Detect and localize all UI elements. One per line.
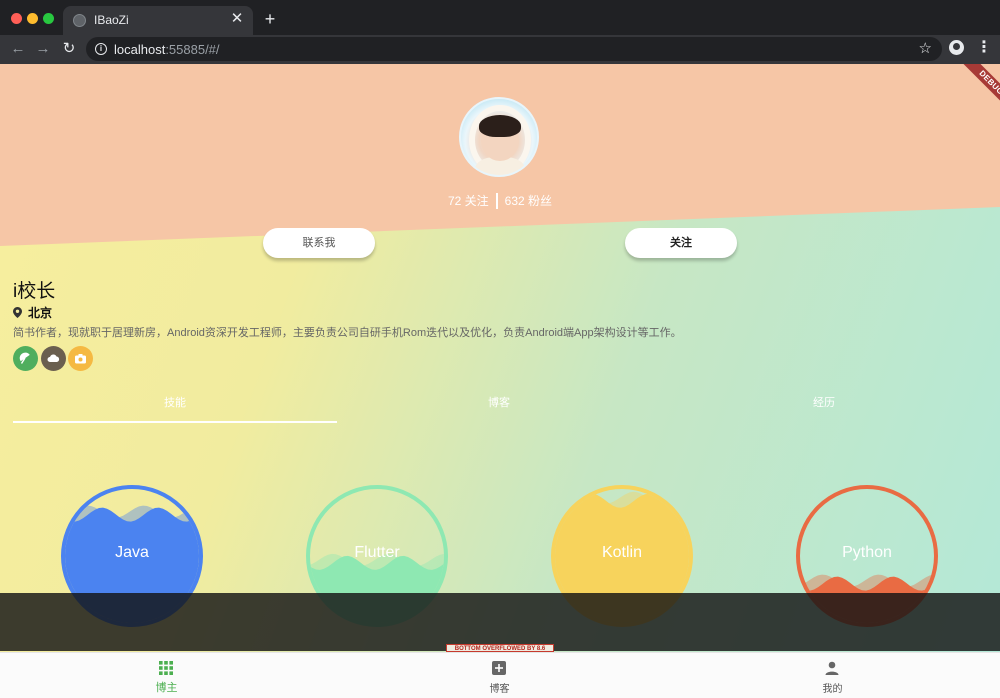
- debug-banner-label: DEBUG: [954, 64, 1000, 120]
- avatar[interactable]: [459, 97, 539, 177]
- app-viewport: DEBUG 72 关注 632 粉丝 联系我 关注 i校长 北京 简书作者，现就职…: [0, 64, 1000, 698]
- bottom-navigation: 博主 博客 我的: [0, 652, 1000, 698]
- back-icon[interactable]: ←: [7, 38, 29, 60]
- bottom-nav-home-label: 博主: [155, 682, 178, 694]
- overflow-warning: BOTTOM OVERFLOWED BY 8.6 PIXELS: [446, 644, 554, 660]
- skill-label-python: Python: [842, 544, 892, 561]
- tab-skills[interactable]: 技能: [13, 389, 337, 423]
- url-path: :55885/#/: [165, 42, 220, 57]
- profile-bio: 简书作者，现就职于居理新房，Android资深开发工程师，主要负责公司自研手机R…: [13, 327, 682, 339]
- tab-experience[interactable]: 经历: [662, 389, 986, 423]
- bottom-nav-blog-label: 博客: [489, 684, 510, 695]
- following-count[interactable]: 72 关注: [448, 192, 489, 209]
- skill-label-flutter: Flutter: [354, 544, 400, 561]
- menu-icon[interactable]: ⋮: [976, 38, 992, 58]
- umbrella-icon[interactable]: [13, 346, 38, 371]
- profile-name: i校长: [13, 281, 56, 302]
- follow-button[interactable]: 关注: [625, 228, 737, 258]
- address-bar[interactable]: i localhost:55885/#/ ☆: [86, 37, 942, 61]
- camera-icon[interactable]: [68, 346, 93, 371]
- new-tab-button[interactable]: +: [260, 9, 280, 29]
- tab-blog[interactable]: 博客: [337, 389, 661, 423]
- close-icon[interactable]: ✕: [229, 11, 245, 27]
- person-icon: [825, 661, 839, 675]
- url-text: localhost:55885/#/: [114, 42, 220, 57]
- followers-count[interactable]: 632 粉丝: [505, 192, 552, 209]
- bottom-nav-blog[interactable]: 博客: [333, 653, 666, 698]
- url-host: localhost: [114, 42, 166, 57]
- window-close-button[interactable]: [11, 13, 22, 24]
- add-box-icon: [492, 661, 506, 675]
- reload-icon[interactable]: ↻: [58, 38, 80, 60]
- cloud-icon[interactable]: [41, 346, 66, 371]
- profile-location: 北京: [13, 304, 52, 321]
- profile-tabs: 技能 博客 经历: [0, 389, 1000, 423]
- skill-label-kotlin: Kotlin: [601, 544, 643, 561]
- scrim-overlay: [0, 593, 1000, 651]
- profile-stats: 72 关注 632 粉丝: [0, 192, 1000, 209]
- debug-banner: DEBUG: [940, 64, 1000, 124]
- star-icon[interactable]: ☆: [919, 39, 932, 57]
- tab-indicator: [13, 421, 337, 423]
- browser-toolbar: ← → ↻ i localhost:55885/#/ ☆: [0, 35, 1000, 64]
- contact-button[interactable]: 联系我: [263, 228, 375, 258]
- bottom-nav-me-label: 我的: [822, 684, 843, 695]
- profile-icon[interactable]: [949, 40, 964, 55]
- bottom-nav-home[interactable]: 博主: [0, 653, 333, 698]
- tab-strip: IBaoZi ✕ +: [0, 0, 1000, 35]
- window-maximize-button[interactable]: [43, 13, 54, 24]
- stats-divider: [495, 192, 498, 209]
- info-icon[interactable]: i: [95, 43, 107, 55]
- skill-label-java: Java: [115, 544, 149, 561]
- browser-chrome: IBaoZi ✕ + ← → ↻ i localhost:55885/#/ ☆ …: [0, 0, 1000, 64]
- location-pin-icon: [13, 307, 22, 318]
- grid-icon: [159, 661, 173, 675]
- globe-icon: [73, 14, 86, 27]
- window-minimize-button[interactable]: [27, 13, 38, 24]
- tab-title: IBaoZi: [94, 13, 129, 27]
- location-text: 北京: [28, 306, 53, 320]
- browser-tab[interactable]: IBaoZi ✕: [63, 6, 253, 35]
- forward-icon[interactable]: →: [32, 38, 54, 60]
- bottom-nav-me[interactable]: 我的: [666, 653, 999, 698]
- avatar-hair: [479, 115, 521, 137]
